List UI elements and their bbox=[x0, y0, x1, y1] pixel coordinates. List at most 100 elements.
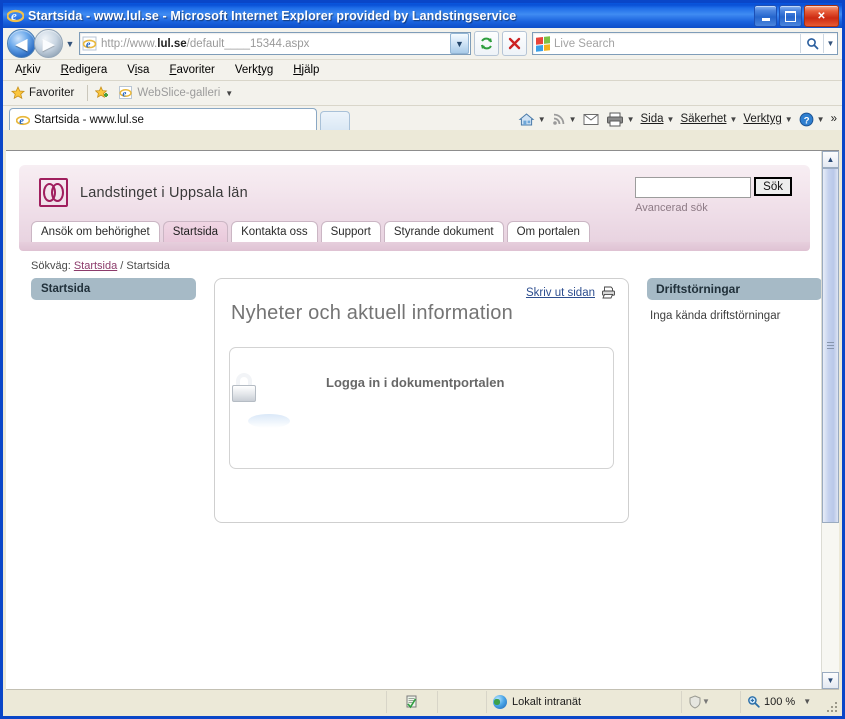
close-button[interactable]: ✕ bbox=[804, 5, 839, 27]
zoom-dropdown-icon[interactable]: ▼ bbox=[803, 697, 811, 706]
site-nav-tabs: Ansök om behörighet Startsida Kontakta o… bbox=[19, 220, 810, 242]
refresh-button[interactable] bbox=[474, 31, 499, 56]
vertical-scrollbar[interactable]: ▲ ▼ bbox=[821, 151, 839, 689]
menu-bar: Arkiv Redigera Visa Favoriter Verktyg Hj… bbox=[3, 60, 842, 81]
scroll-down-button[interactable]: ▼ bbox=[822, 672, 839, 689]
search-icon[interactable] bbox=[800, 34, 823, 53]
tools-menu-button[interactable]: Verktyg ▼ bbox=[740, 109, 795, 129]
site-tab-om-portalen[interactable]: Om portalen bbox=[506, 221, 590, 242]
print-page-link[interactable]: Skriv ut sidan bbox=[526, 287, 595, 299]
help-button[interactable]: ? ▼ bbox=[796, 109, 828, 129]
menu-verktyg[interactable]: Verktyg bbox=[235, 64, 273, 76]
search-provider-dropdown-icon[interactable]: ▼ bbox=[823, 34, 837, 53]
site-search-button[interactable]: Sök bbox=[754, 177, 792, 196]
address-text: http://www.lul.se/default____15344.aspx bbox=[101, 37, 310, 50]
favorites-button[interactable]: Favoriter bbox=[11, 86, 74, 100]
menu-arkiv[interactable]: Arkiv bbox=[15, 64, 41, 76]
page-menu-button[interactable]: Sida ▼ bbox=[637, 109, 677, 129]
favorites-separator bbox=[87, 85, 89, 101]
page-columns: Startsida Skriv ut sidan Nyheter och akt… bbox=[31, 278, 821, 523]
back-button[interactable]: ◀ bbox=[7, 29, 36, 58]
help-dropdown-icon[interactable]: ▼ bbox=[817, 115, 825, 124]
menu-hjalp[interactable]: Hjälp bbox=[293, 64, 319, 76]
command-overflow-button[interactable]: » bbox=[828, 109, 840, 129]
home-dropdown-icon[interactable]: ▼ bbox=[538, 115, 546, 124]
svg-text:e: e bbox=[123, 88, 127, 98]
print-page-row: Skriv ut sidan bbox=[526, 286, 616, 299]
stop-button[interactable] bbox=[502, 31, 527, 56]
security-zone-label: Lokalt intranät bbox=[512, 695, 582, 708]
main-content-card: Skriv ut sidan Nyheter och aktuell infor… bbox=[214, 278, 629, 523]
add-to-favorites-bar-button[interactable] bbox=[95, 86, 113, 100]
address-dropdown-icon[interactable]: ▼ bbox=[450, 33, 469, 54]
site-tab-kontakta-oss[interactable]: Kontakta oss bbox=[231, 221, 318, 242]
print-button[interactable]: ▼ bbox=[603, 109, 638, 129]
driftstorningar-card-text: Inga kända driftstörningar bbox=[650, 310, 781, 322]
page-viewport: Landstinget i Uppsala län Sök Avancerad … bbox=[6, 150, 839, 689]
shield-icon bbox=[689, 694, 701, 709]
recent-pages-dropdown-icon[interactable]: ▼ bbox=[63, 30, 77, 57]
right-sidebar: Driftstörningar Inga kända driftstörning… bbox=[647, 278, 821, 523]
site-tab-ansok-om-behorighet[interactable]: Ansök om behörighet bbox=[31, 221, 160, 242]
webslice-gallery-button[interactable]: e WebSlice-galleri ▼ bbox=[119, 86, 233, 100]
breadcrumb-link-startsida[interactable]: Startsida bbox=[74, 260, 117, 272]
protected-mode-dropdown-icon[interactable]: ▼ bbox=[702, 697, 710, 706]
breadcrumb-prefix: Sökväg: bbox=[31, 260, 71, 272]
page-dropdown-icon[interactable]: ▼ bbox=[667, 115, 675, 124]
tools-dropdown-icon[interactable]: ▼ bbox=[785, 115, 793, 124]
search-input[interactable]: Live Search bbox=[554, 38, 800, 50]
site-search-input[interactable] bbox=[635, 177, 752, 198]
mail-button[interactable] bbox=[580, 109, 603, 129]
security-zone-cell[interactable]: Lokalt intranät bbox=[486, 690, 681, 713]
site-header: Landstinget i Uppsala län Sök Avancerad … bbox=[19, 165, 810, 220]
chevron-down-icon[interactable]: ▼ bbox=[225, 89, 233, 98]
padlock-icon bbox=[232, 362, 298, 428]
landstinget-logo-icon bbox=[39, 178, 68, 207]
safety-menu-button[interactable]: Säkerhet ▼ bbox=[677, 109, 740, 129]
breadcrumb-current: Startsida bbox=[126, 260, 170, 272]
menu-favoriter[interactable]: Favoriter bbox=[169, 64, 214, 76]
favorites-label: Favoriter bbox=[29, 87, 75, 99]
navigation-toolbar: ◀ ▶ ▼ e http://www.lul.se/default____153… bbox=[3, 28, 842, 60]
zoom-icon bbox=[747, 695, 760, 708]
safety-dropdown-icon[interactable]: ▼ bbox=[729, 115, 737, 124]
minimize-button[interactable] bbox=[754, 5, 777, 27]
sidebar-item-startsida[interactable]: Startsida bbox=[31, 278, 196, 300]
browser-tab-startsida[interactable]: e Startsida - www.lul.se bbox=[9, 108, 317, 130]
menu-visa[interactable]: Visa bbox=[127, 64, 149, 76]
site-tab-startsida[interactable]: Startsida bbox=[162, 221, 229, 242]
status-spacer-cell bbox=[437, 690, 486, 713]
left-sidebar: Startsida bbox=[31, 278, 196, 523]
search-bar[interactable]: Live Search ▼ bbox=[532, 32, 838, 55]
scroll-up-button[interactable]: ▲ bbox=[822, 151, 839, 168]
web-page-content: Landstinget i Uppsala län Sök Avancerad … bbox=[6, 151, 821, 689]
feeds-button[interactable]: ▼ bbox=[549, 109, 580, 129]
browser-window: e Startsida - www.lul.se - Microsoft Int… bbox=[0, 0, 845, 719]
print-dropdown-icon[interactable]: ▼ bbox=[627, 115, 635, 124]
address-bar[interactable]: e http://www.lul.se/default____15344.asp… bbox=[79, 32, 471, 55]
maximize-button[interactable] bbox=[779, 5, 802, 27]
home-button[interactable]: ▼ bbox=[515, 109, 549, 129]
site-tab-styrande-dokument[interactable]: Styrande dokument bbox=[383, 221, 504, 242]
status-bar: Lokalt intranät ▼ 100 % ▼ bbox=[6, 689, 839, 713]
advanced-search-link[interactable]: Avancerad sök bbox=[635, 202, 792, 214]
page-menu-label: Sida bbox=[640, 113, 664, 125]
scrollbar-track[interactable] bbox=[822, 168, 839, 672]
feeds-dropdown-icon[interactable]: ▼ bbox=[569, 115, 577, 124]
site-tab-support[interactable]: Support bbox=[320, 221, 381, 242]
safety-menu-label: Säkerhet bbox=[680, 113, 727, 125]
printer-icon[interactable] bbox=[601, 286, 616, 299]
scrollbar-thumb[interactable] bbox=[822, 168, 839, 523]
globe-icon bbox=[493, 694, 507, 709]
svg-text:e: e bbox=[86, 39, 91, 50]
svg-text:e: e bbox=[11, 8, 17, 23]
resize-grip[interactable] bbox=[825, 700, 837, 712]
window-title: Startsida - www.lul.se - Microsoft Inter… bbox=[28, 8, 517, 23]
new-tab-button[interactable] bbox=[320, 111, 350, 130]
login-card[interactable]: Logga in i dokumentportalen bbox=[229, 347, 614, 469]
forward-button[interactable]: ▶ bbox=[34, 29, 63, 58]
zoom-level-label: 100 % bbox=[764, 695, 796, 708]
protected-mode-cell[interactable]: ▼ bbox=[681, 690, 740, 713]
breadcrumb: Sökväg: Startsida / Startsida bbox=[31, 260, 810, 272]
menu-redigera[interactable]: Redigera bbox=[61, 64, 108, 76]
